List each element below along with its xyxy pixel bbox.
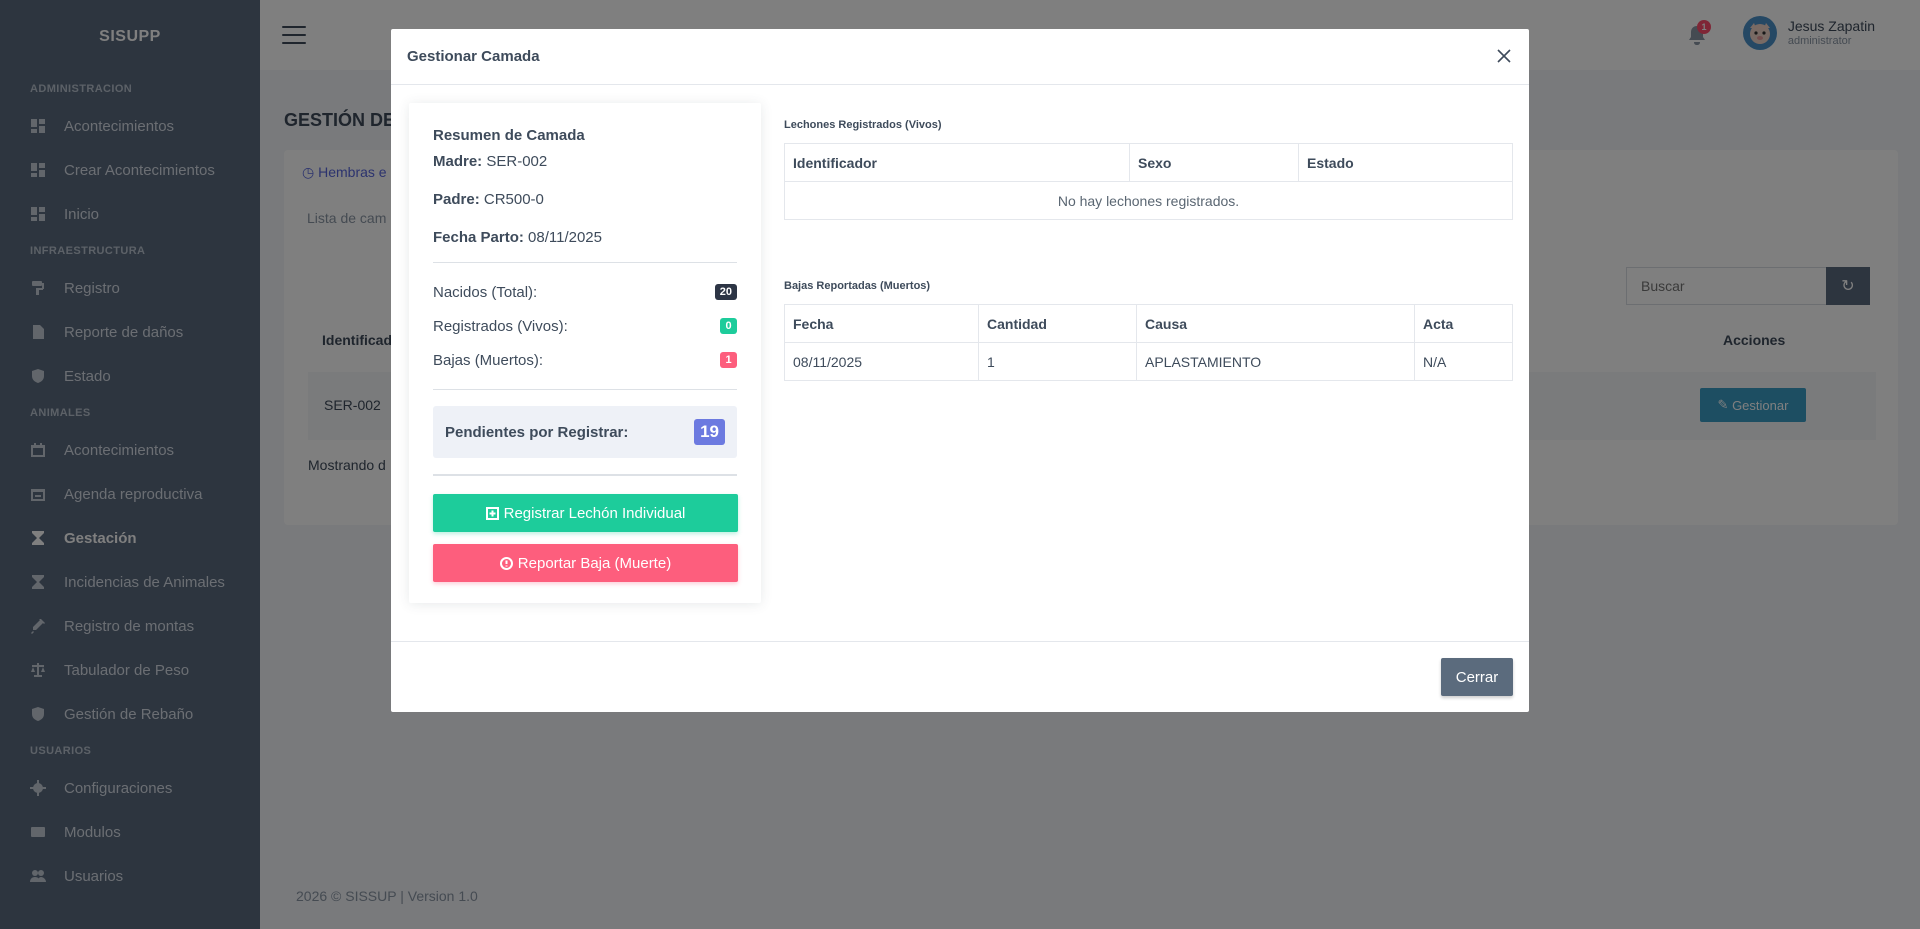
bajas-table: Fecha Cantidad Causa Acta 08/11/2025 1 A… (784, 304, 1513, 381)
lechones-table: Identificador Sexo Estado No hay lechone… (784, 143, 1513, 220)
registrados-badge: 0 (720, 318, 737, 334)
reportar-baja-label: Reportar Baja (Muerte) (518, 555, 671, 572)
col-header-estado: Estado (1299, 144, 1513, 182)
table-header-row: Fecha Cantidad Causa Acta (785, 305, 1513, 343)
col-header-identificador: Identificador (785, 144, 1130, 182)
resumen-camada-panel: Resumen de Camada Madre: SER-002 Padre: … (409, 103, 761, 603)
nacidos-badge: 20 (715, 284, 737, 300)
col-header-fecha: Fecha (785, 305, 979, 343)
bajas-section-label: Bajas Reportadas (Muertos) (784, 280, 930, 292)
padre-line: Padre: CR500-0 (433, 191, 737, 208)
table-row: 08/11/2025 1 APLASTAMIENTO N/A (785, 343, 1513, 381)
empty-message: No hay lechones registrados. (785, 182, 1513, 220)
lechones-section-label: Lechones Registrados (Vivos) (784, 119, 942, 131)
nacidos-label: Nacidos (Total): (433, 284, 537, 301)
summary-title: Resumen de Camada (433, 127, 737, 144)
pendientes-label: Pendientes por Registrar: (445, 424, 628, 441)
fecha-parto-value: 08/11/2025 (528, 229, 602, 246)
divider (433, 474, 737, 476)
madre-label: Madre: (433, 153, 482, 170)
divider (433, 262, 737, 263)
bajas-row: Bajas (Muertos): 1 (433, 343, 737, 377)
plus-square-icon (486, 507, 499, 520)
pendientes-badge: 19 (694, 419, 725, 445)
table-header-row: Identificador Sexo Estado (785, 144, 1513, 182)
cell-fecha: 08/11/2025 (785, 343, 979, 381)
nacidos-row: Nacidos (Total): 20 (433, 275, 737, 309)
modal-body: Resumen de Camada Madre: SER-002 Padre: … (391, 85, 1529, 641)
cell-causa: APLASTAMIENTO (1137, 343, 1415, 381)
madre-line: Madre: SER-002 (433, 153, 737, 170)
madre-value: SER-002 (486, 153, 547, 170)
fecha-parto-label: Fecha Parto: (433, 229, 524, 246)
col-header-cantidad: Cantidad (979, 305, 1137, 343)
cerrar-button[interactable]: Cerrar (1441, 658, 1513, 696)
bajas-badge: 1 (720, 352, 737, 368)
cell-cantidad: 1 (979, 343, 1137, 381)
modal-header: Gestionar Camada (391, 29, 1529, 85)
alert-circle-icon (500, 557, 513, 570)
fecha-parto-line: Fecha Parto: 08/11/2025 (433, 229, 737, 246)
col-header-acta: Acta (1415, 305, 1513, 343)
padre-label: Padre: (433, 191, 480, 208)
pendientes-box: Pendientes por Registrar: 19 (433, 406, 737, 458)
registrar-lechon-button[interactable]: Registrar Lechón Individual (433, 494, 738, 532)
reportar-baja-button[interactable]: Reportar Baja (Muerte) (433, 544, 738, 582)
registrados-row: Registrados (Vivos): 0 (433, 309, 737, 343)
col-header-sexo: Sexo (1130, 144, 1299, 182)
bajas-label: Bajas (Muertos): (433, 352, 543, 369)
registrados-label: Registrados (Vivos): (433, 318, 568, 335)
close-icon[interactable] (1493, 45, 1515, 67)
divider (433, 389, 737, 390)
table-row: No hay lechones registrados. (785, 182, 1513, 220)
gestionar-camada-modal: Gestionar Camada Resumen de Camada Madre… (391, 29, 1529, 712)
cell-acta: N/A (1415, 343, 1513, 381)
padre-value: CR500-0 (484, 191, 544, 208)
col-header-causa: Causa (1137, 305, 1415, 343)
modal-title: Gestionar Camada (407, 48, 540, 65)
registrar-lechon-label: Registrar Lechón Individual (504, 505, 686, 522)
modal-footer: Cerrar (391, 641, 1529, 712)
